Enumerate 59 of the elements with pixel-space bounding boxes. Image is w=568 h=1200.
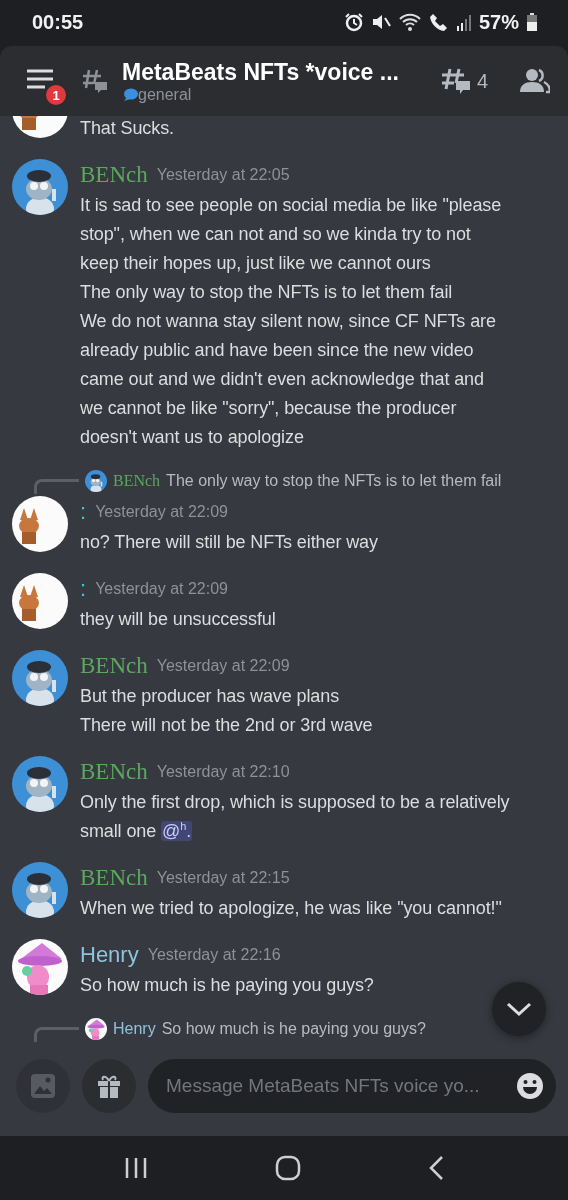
threads-button[interactable]: 4	[440, 66, 488, 96]
back-icon	[428, 1155, 445, 1181]
back-button[interactable]	[428, 1155, 445, 1181]
reply-connector	[34, 478, 79, 494]
timestamp: Yesterday at 22:15	[156, 869, 290, 887]
message-text: But the producer has wave plans There will not be the 2nd or 3rd wave	[80, 685, 373, 737]
home-button[interactable]	[275, 1155, 301, 1181]
author-name[interactable]: :	[80, 576, 87, 602]
reply-preview: So how much is he paying you guys?	[161, 1020, 426, 1038]
message-text: no? There will still be NFTs either way	[80, 531, 378, 554]
reply-author: BENch	[113, 472, 161, 490]
recent-apps-icon	[123, 1157, 148, 1179]
menu-icon	[26, 68, 54, 90]
author-name[interactable]: BENch	[80, 653, 148, 679]
thread-icon	[82, 68, 108, 94]
timestamp: Yesterday at 22:16	[147, 946, 281, 964]
image-icon	[30, 1073, 56, 1099]
speech-bubble-icon	[122, 87, 138, 102]
author-name[interactable]: BENch	[80, 162, 148, 188]
author-name[interactable]: Henry	[80, 942, 139, 968]
recent-apps-button[interactable]	[123, 1157, 148, 1179]
battery-icon	[526, 12, 538, 32]
message-text: That Sucks.	[80, 117, 174, 140]
gift-icon	[96, 1073, 122, 1099]
home-icon	[275, 1155, 301, 1181]
timestamp: Yesterday at 22:05	[156, 166, 290, 184]
reply-preview: The only way to stop the NFTs is to let them fail	[166, 472, 502, 490]
message-text: Only the first drop, which is supposed to be a relatively small one @$^{h}$.	[80, 791, 510, 843]
author-name[interactable]: BENch	[80, 865, 148, 891]
message-text: they will be unsuccessful	[80, 608, 276, 631]
notification-badge: 1	[44, 83, 68, 107]
clock: 00:55	[32, 10, 85, 34]
timestamp: Yesterday at 22:09	[95, 503, 228, 521]
wifi-icon	[397, 12, 422, 32]
channel-title: MetaBeats NFTs *voice ...	[122, 58, 400, 86]
menu-button[interactable]: 1	[24, 63, 68, 107]
timestamp: Yesterday at 22:10	[156, 763, 290, 781]
emoji-icon[interactable]	[516, 1072, 544, 1100]
thread-count: 4	[476, 69, 488, 93]
author-name[interactable]: BENch	[80, 759, 148, 785]
message-text: It is sad to see people on social media be like "please stop", when we can not and so we kinda try to not keep their hopes up, just like we cannot ours The only way to stop the NFTs is to let them fail We do not wanna stay silent now, since CF NFTs are already public and have been since the new video came out and we didn't even acknowledge that and we cannot be like "sorry", because the producer doesn't want us to apologize	[80, 194, 502, 449]
channel-name: general	[138, 85, 192, 104]
message-input[interactable]: Message MetaBeats NFTs voice yo...	[148, 1059, 556, 1113]
message-text: So how much is he paying you guys?	[80, 974, 374, 997]
message-text: When we tried to apologize, he was like "you cannot!"	[80, 897, 502, 920]
timestamp: Yesterday at 22:09	[156, 657, 290, 675]
signal-icon	[455, 12, 472, 32]
reply-author: Henry	[113, 1020, 156, 1038]
author-name[interactable]: :	[80, 499, 87, 525]
chevron-down-icon	[506, 1001, 532, 1017]
call-icon	[428, 12, 449, 32]
mute-icon	[370, 12, 391, 32]
members-icon[interactable]	[520, 68, 550, 94]
threads-icon	[440, 66, 471, 96]
alarm-icon	[343, 12, 364, 32]
timestamp: Yesterday at 22:09	[95, 580, 228, 598]
battery-percent: 57%	[478, 10, 519, 34]
reply-connector	[34, 1026, 79, 1042]
scroll-down-button[interactable]	[492, 982, 546, 1036]
